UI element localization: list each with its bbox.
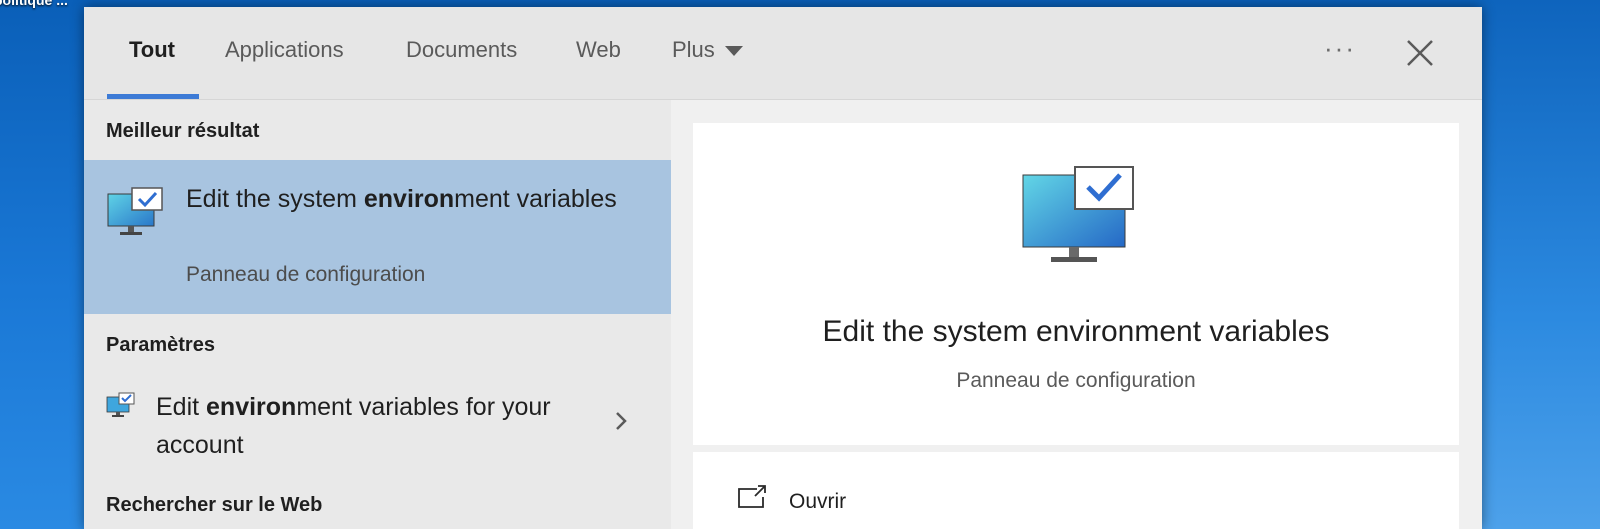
desktop-icon-label[interactable]: politique ...: [0, 0, 68, 8]
open-action-label: Ouvrir: [789, 490, 847, 513]
tab-applications[interactable]: Applications: [225, 37, 344, 63]
preview-subtitle: Panneau de configuration: [956, 369, 1196, 392]
title-text-highlight: environ: [363, 185, 455, 213]
desktop-edge: [1470, 0, 1600, 529]
title-text-post: ment variables: [454, 185, 617, 213]
settings-heading: Paramètres: [106, 334, 215, 356]
search-panel: Tout Applications Documents Web Plus ···…: [84, 7, 1482, 529]
ellipsis-icon[interactable]: ···: [1324, 33, 1356, 64]
preview-card: Edit the system environment variables Pa…: [693, 123, 1459, 445]
action-open[interactable]: Ouvrir: [693, 452, 1459, 529]
setting-text-pre: Edit: [156, 393, 207, 421]
tab-web[interactable]: Web: [576, 37, 621, 63]
tab-documents[interactable]: Documents: [406, 37, 517, 63]
monitor-check-icon: [106, 392, 136, 420]
preview-title: Edit the system environment variables: [822, 315, 1330, 348]
search-tabs-bar: Tout Applications Documents Web Plus ···: [84, 7, 1482, 100]
system-monitor-check-icon: [106, 186, 166, 241]
tab-more[interactable]: Plus: [672, 37, 743, 63]
best-result-title: Edit the system environment variables: [186, 180, 626, 218]
best-result-subtitle: Panneau de configuration: [186, 263, 426, 286]
preview-pane: Edit the system environment variables Pa…: [671, 100, 1482, 529]
close-icon[interactable]: [1400, 33, 1440, 73]
open-window-icon: [737, 485, 767, 509]
best-result-item[interactable]: Edit the system environment variables Pa…: [84, 160, 671, 314]
setting-result-title: Edit environment variables for your acco…: [156, 388, 576, 464]
results-list: Meilleur résultat Edit the system enviro…: [84, 100, 671, 529]
tab-all[interactable]: Tout: [129, 37, 175, 63]
system-monitor-check-icon: [1021, 165, 1137, 265]
chevron-right-icon[interactable]: [614, 410, 628, 432]
title-text-pre: Edit the system: [186, 185, 364, 213]
tab-more-label: Plus: [672, 37, 715, 62]
active-tab-indicator: [107, 94, 199, 99]
setting-result-item[interactable]: Edit environment variables for your acco…: [84, 380, 671, 460]
setting-text-highlight: environ: [206, 393, 297, 421]
caret-down-icon: [724, 46, 743, 57]
best-result-heading: Meilleur résultat: [106, 120, 260, 142]
web-search-heading: Rechercher sur le Web: [106, 494, 323, 516]
